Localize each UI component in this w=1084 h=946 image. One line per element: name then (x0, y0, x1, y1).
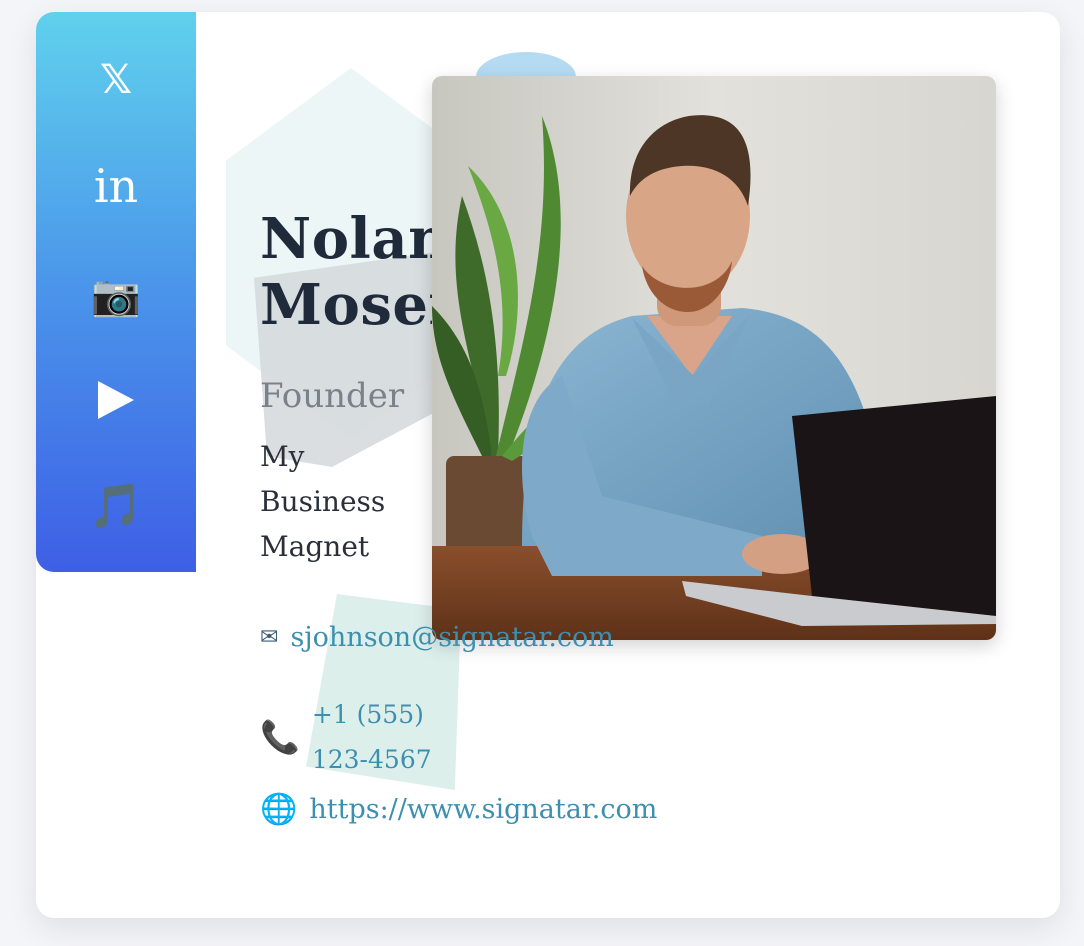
social-link-instagram[interactable]: 📷 (36, 256, 196, 336)
social-link-x[interactable]: 𝕏 (36, 40, 196, 120)
job-title: Founder (260, 376, 405, 416)
email-link[interactable]: sjohnson@signatar.com (290, 622, 613, 653)
play-icon (98, 381, 134, 419)
social-link-linkedin[interactable]: in (36, 146, 196, 226)
social-sidebar: 𝕏 in 📷 🎵 (36, 12, 196, 572)
globe-icon: 🌐 (260, 791, 298, 827)
signature-card: 𝕏 in 📷 🎵 Nolan Moser Founder My Business… (36, 12, 1060, 918)
music-note-icon: 🎵 (88, 481, 144, 532)
contact-website: 🌐 https://www.signatar.com (260, 794, 657, 825)
phone-link[interactable]: +1 (555) 123-4567 (312, 692, 432, 782)
profile-photo (432, 76, 996, 640)
company-name: My Business Magnet (260, 440, 386, 563)
contact-email: ✉ sjohnson@signatar.com (260, 622, 614, 653)
camera-icon: 📷 (91, 273, 141, 319)
social-link-tiktok[interactable]: 🎵 (36, 467, 196, 547)
social-link-youtube[interactable] (36, 360, 196, 440)
contact-phone: 📞 +1 (555) 123-4567 (260, 692, 432, 782)
portrait-illustration (432, 76, 996, 640)
linkedin-icon: in (93, 159, 139, 213)
envelope-icon: ✉ (260, 624, 279, 650)
phone-icon: 📞 (260, 718, 300, 756)
website-link[interactable]: https://www.signatar.com (309, 794, 657, 825)
x-logo-icon: 𝕏 (99, 57, 133, 103)
